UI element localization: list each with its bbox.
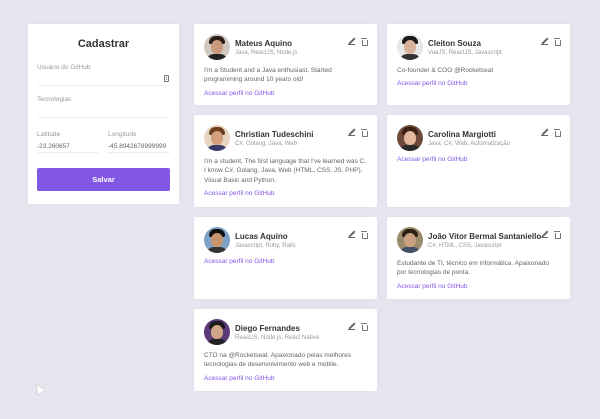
longitude-input[interactable]: -45.8942678999999 <box>108 141 170 153</box>
dev-techs: Javascript, Ruby, Rails <box>235 242 296 249</box>
edit-icon[interactable] <box>348 323 355 330</box>
dev-card: João Vitor Bermal Santaniello C#, HTML, … <box>387 217 570 299</box>
techs-label: Tecnologias <box>37 96 72 103</box>
edit-icon[interactable] <box>348 129 355 136</box>
avatar <box>204 34 230 60</box>
dev-techs: Java, C#, Web, Automatização <box>428 140 510 147</box>
latitude-value: -23.260657 <box>37 143 70 150</box>
dev-card: Carolina Margiotti Java, C#, Web, Automa… <box>387 115 570 207</box>
avatar <box>397 227 423 253</box>
card-header: Christian Tudeschini C#, Golang, Java, W… <box>204 125 368 151</box>
github-user-label: Usuário do GitHub <box>37 64 91 71</box>
dev-techs: ReactJS, Node.js, React Native <box>235 334 320 341</box>
card-header: Lucas Aquino Javascript, Ruby, Rails <box>204 227 368 253</box>
dev-bio: Co-founder & COO @Rocketseat <box>397 67 494 74</box>
edit-icon[interactable] <box>541 38 548 45</box>
trash-icon[interactable] <box>361 129 368 137</box>
github-user-input[interactable] <box>37 74 170 86</box>
github-profile-link[interactable]: Acessar perfil no GitHub <box>204 190 367 197</box>
avatar <box>397 34 423 60</box>
dev-card: Diego Fernandes ReactJS, Node.js, React … <box>194 309 377 391</box>
latitude-input[interactable]: -23.260657 <box>37 141 99 153</box>
edit-icon[interactable] <box>541 129 548 136</box>
trash-icon[interactable] <box>554 129 561 137</box>
github-profile-link[interactable]: Acessar perfil no GitHub <box>397 156 560 163</box>
save-button[interactable]: Salvar <box>37 168 170 191</box>
card-header: Diego Fernandes ReactJS, Node.js, React … <box>204 319 368 345</box>
trash-icon[interactable] <box>554 38 561 46</box>
dev-card: Mateus Aquino Java, ReactJS, Node.js I'm… <box>194 24 377 105</box>
edit-icon[interactable] <box>348 38 355 45</box>
dev-techs: Java, ReactJS, Node.js <box>235 49 298 56</box>
card-actions <box>348 38 368 46</box>
longitude-value: -45.8942678999999 <box>108 143 167 150</box>
dev-bio: I'm a student, The first language that I… <box>204 158 367 184</box>
card-header: Carolina Margiotti Java, C#, Web, Automa… <box>397 125 561 151</box>
dev-bio: CTO na @Rocketseat. Apaixonado pelas mel… <box>204 352 352 369</box>
trash-icon[interactable] <box>361 323 368 331</box>
card-header: João Vitor Bermal Santaniello C#, HTML, … <box>397 227 561 253</box>
avatar <box>204 319 230 345</box>
edit-icon[interactable] <box>348 231 355 238</box>
avatar <box>204 125 230 151</box>
latitude-group: Latitude -23.260657 <box>37 131 99 163</box>
dev-bio: Estudante de TI, técnico em informática.… <box>397 260 549 277</box>
dev-bio: I'm a Student and a Java enthusiast. Sta… <box>204 67 332 84</box>
coords-group: Latitude -23.260657 Longitude -45.894267… <box>37 131 170 163</box>
card-header: Mateus Aquino Java, ReactJS, Node.js <box>204 34 368 60</box>
dev-techs: C#, HTML, CSS, Javascript <box>428 242 502 249</box>
card-actions <box>541 231 561 239</box>
card-actions <box>541 129 561 137</box>
card-actions <box>541 38 561 46</box>
dev-card: Christian Tudeschini C#, Golang, Java, W… <box>194 115 377 207</box>
register-form: Cadastrar Usuário do GitHub Tecnologias … <box>28 24 179 204</box>
techs-input[interactable] <box>37 106 170 118</box>
avatar <box>397 125 423 151</box>
clipboard-icon <box>164 75 169 82</box>
dev-card: Lucas Aquino Javascript, Ruby, Rails Ace… <box>194 217 377 299</box>
latitude-label: Latitude <box>37 131 61 138</box>
longitude-label: Longitude <box>108 131 137 138</box>
longitude-group: Longitude -45.8942678999999 <box>108 131 170 163</box>
card-header: Cleiton Souza VueJS, ReactJS, Javascript <box>397 34 561 60</box>
github-profile-link[interactable]: Acessar perfil no GitHub <box>397 283 560 290</box>
mouse-cursor-icon <box>33 382 45 395</box>
trash-icon[interactable] <box>361 231 368 239</box>
form-title: Cadastrar <box>77 38 130 50</box>
github-profile-link[interactable]: Acessar perfil no GitHub <box>397 80 560 87</box>
trash-icon[interactable] <box>554 231 561 239</box>
card-actions <box>348 231 368 239</box>
edit-icon[interactable] <box>541 231 548 238</box>
trash-icon[interactable] <box>361 38 368 46</box>
avatar <box>204 227 230 253</box>
github-profile-link[interactable]: Acessar perfil no GitHub <box>204 258 367 265</box>
dev-techs: VueJS, ReactJS, Javascript <box>428 49 502 56</box>
dev-techs: C#, Golang, Java, Web <box>235 140 297 147</box>
github-profile-link[interactable]: Acessar perfil no GitHub <box>204 375 367 382</box>
github-profile-link[interactable]: Acessar perfil no GitHub <box>204 90 367 97</box>
card-actions <box>348 323 368 331</box>
card-actions <box>348 129 368 137</box>
dev-card: Cleiton Souza VueJS, ReactJS, Javascript… <box>387 24 570 105</box>
